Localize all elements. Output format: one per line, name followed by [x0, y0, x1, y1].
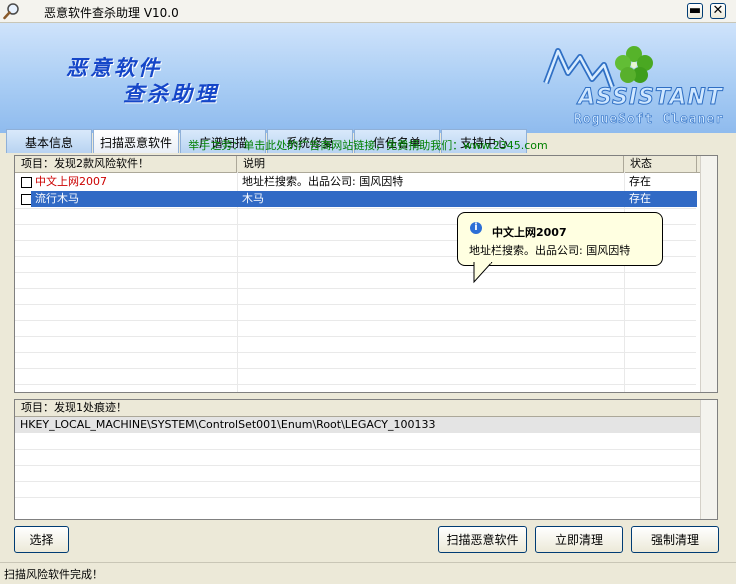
row-name: 中文上网2007: [35, 175, 107, 188]
scan-malware-button[interactable]: 扫描恶意软件: [438, 526, 527, 553]
minimize-button[interactable]: ▬: [687, 3, 703, 19]
info-icon: i: [470, 222, 482, 234]
list-row[interactable]: 中文上网2007 地址栏搜索。出品公司: 国风因特 存在: [15, 174, 697, 190]
main-window: 恶意软件查杀助理 V10.0 ▬ ✕ 恶意软件 查杀助理 ASSISTANT R…: [0, 0, 736, 583]
traces-header: 项目：发现1处痕迹！: [15, 400, 717, 417]
status-bar: [0, 562, 736, 584]
vertical-scrollbar[interactable]: [700, 156, 717, 392]
tooltip-tail: [473, 262, 493, 284]
trace-row[interactable]: HKEY_LOCAL_MACHINE\SYSTEM\ControlSet001\…: [15, 417, 701, 433]
donation-notice-link[interactable]: 举手之劳：单击此处的广告商网站链接，免费捐助我们：www.2345.com: [0, 137, 736, 153]
list-row-selected[interactable]: 流行木马 木马 存在: [15, 191, 697, 207]
column-header-description[interactable]: 说明: [237, 156, 624, 172]
assistant-logo: ASSISTANT RogueSoft Cleaner: [538, 43, 733, 133]
magnifier-icon: [3, 3, 19, 20]
traces-list[interactable]: 项目：发现1处痕迹！ HKEY_LOCAL_MACHINE\SYSTEM\Con…: [14, 399, 718, 520]
header-banner: 恶意软件 查杀助理 ASSISTANT RogueSoft Cleaner 基本…: [0, 23, 736, 153]
list-header: 项目：发现2款风险软件！ 说明 状态: [15, 156, 717, 173]
close-button[interactable]: ✕: [710, 3, 726, 19]
traces-scrollbar[interactable]: [700, 400, 717, 519]
select-button[interactable]: 选择: [14, 526, 69, 553]
title-bar[interactable]: 恶意软件查杀助理 V10.0 ▬ ✕: [0, 0, 736, 23]
risk-software-list[interactable]: 项目：发现2款风险软件！ 说明 状态 中文上网2007 地址栏搜索。出品公司: …: [14, 155, 718, 393]
tooltip-title: 中文上网2007: [492, 226, 567, 239]
force-clean-button[interactable]: 强制清理: [631, 526, 719, 553]
column-header-status[interactable]: 状态: [624, 156, 697, 172]
row-name: 流行木马: [35, 192, 79, 205]
logo-subtitle: RogueSoft Cleaner: [574, 112, 725, 128]
row-description: 木马: [242, 192, 264, 205]
clean-now-button[interactable]: 立即清理: [535, 526, 623, 553]
info-tooltip: i 中文上网2007 地址栏搜索。出品公司: 国风因特: [457, 212, 663, 266]
row-status: 存在: [629, 192, 651, 205]
logo-text: ASSISTANT: [578, 85, 723, 111]
row-status: 存在: [629, 175, 651, 188]
tooltip-body: 地址栏搜索。出品公司: 国风因特: [469, 244, 631, 257]
window-title: 恶意软件查杀助理 V10.0: [44, 6, 179, 20]
column-header-item[interactable]: 项目：发现2款风险软件！: [15, 156, 237, 172]
row-description: 地址栏搜索。出品公司: 国风因特: [242, 175, 404, 188]
column-header-traces[interactable]: 项目：发现1处痕迹！: [15, 400, 701, 416]
status-text: 扫描风险软件完成！: [4, 568, 103, 581]
banner-title-line2: 查杀助理: [123, 82, 219, 106]
